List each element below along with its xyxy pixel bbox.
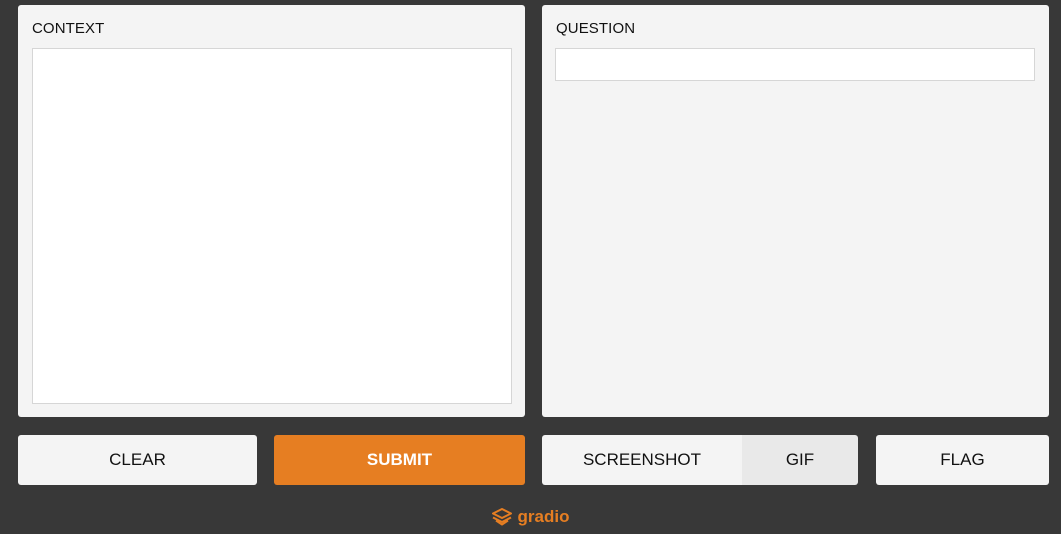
context-textarea[interactable] — [32, 48, 512, 404]
gif-button[interactable]: GIF — [742, 435, 858, 485]
clear-button-label: CLEAR — [109, 450, 166, 469]
gif-button-label: GIF — [785, 450, 815, 469]
flag-button[interactable]: FLAG — [876, 435, 1049, 485]
context-label: CONTEXT — [32, 20, 105, 37]
question-label: QUESTION — [556, 20, 636, 37]
context-panel: CONTEXT — [18, 5, 525, 417]
footer-brand-text: gradio — [517, 507, 570, 526]
capture-button-group: SCREENSHOT GIF — [542, 435, 858, 485]
gradio-logo-icon — [491, 508, 512, 526]
clear-button[interactable]: CLEAR — [18, 435, 257, 485]
footer-branding[interactable]: gradio — [0, 504, 1061, 530]
submit-button[interactable]: SUBMIT — [274, 435, 525, 485]
screenshot-button[interactable]: SCREENSHOT — [542, 435, 742, 485]
submit-button-label: SUBMIT — [366, 450, 433, 469]
flag-button-label: FLAG — [940, 450, 985, 469]
question-input[interactable] — [555, 48, 1035, 81]
question-panel: QUESTION — [542, 5, 1049, 417]
screenshot-button-label: SCREENSHOT — [582, 450, 702, 469]
